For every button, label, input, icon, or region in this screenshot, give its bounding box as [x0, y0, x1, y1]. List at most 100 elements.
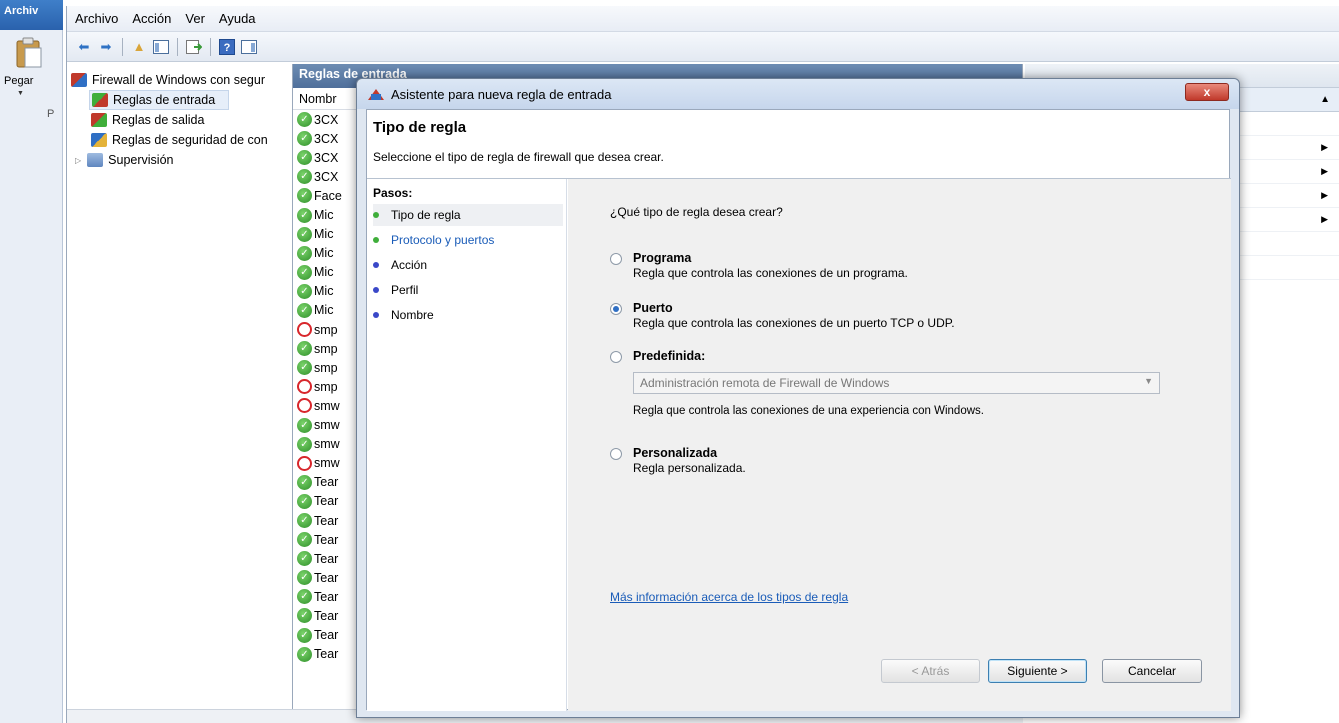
step-dot-icon	[373, 212, 379, 218]
option-title[interactable]: Puerto	[633, 301, 673, 315]
allow-rule-icon: ✓	[297, 513, 312, 529]
wizard-heading: Tipo de regla	[373, 119, 467, 136]
forward-arrow-icon[interactable]: ➡	[97, 38, 115, 56]
rule-name: smw	[314, 398, 340, 413]
rule-name: smw	[314, 418, 340, 433]
step-dot-icon	[373, 262, 379, 268]
steps-label: Pasos:	[373, 186, 413, 200]
rule-name: Mic	[314, 284, 334, 299]
toolbar-separator	[177, 37, 178, 56]
block-rule-icon	[297, 379, 312, 395]
predefined-rule-value: Administración remota de Firewall de Win…	[640, 376, 890, 390]
step-dot-icon	[373, 237, 379, 243]
rule-name: Tear	[314, 608, 339, 623]
new-inbound-rule-wizard: Asistente para nueva regla de entrada x …	[356, 78, 1240, 718]
up-folder-icon[interactable]: ▲	[130, 38, 148, 56]
rule-name: 3CX	[314, 112, 339, 127]
expand-arrow-icon[interactable]: ▷	[75, 156, 81, 165]
allow-rule-icon: ✓	[297, 493, 312, 509]
tree-horizontal-scrollbar[interactable]	[67, 709, 293, 723]
allow-rule-icon: ✓	[297, 608, 312, 624]
wizard-body: Tipo de regla Seleccione el tipo de regl…	[366, 109, 1231, 711]
rule-name: Mic	[314, 246, 334, 261]
export-list-icon[interactable]	[185, 38, 203, 56]
predefined-rule-select[interactable]: Administración remota de Firewall de Win…	[633, 372, 1160, 394]
allow-rule-icon: ✓	[297, 207, 312, 223]
tree-item-reglas-entrada[interactable]: Reglas de entrada	[89, 90, 229, 110]
toolbar-separator	[210, 37, 211, 56]
radio-puerto[interactable]	[610, 303, 622, 315]
wizard-titlebar[interactable]: Asistente para nueva regla de entrada	[357, 79, 1239, 109]
step-label: Perfil	[391, 283, 419, 297]
option-title[interactable]: Programa	[633, 251, 691, 265]
cancel-button[interactable]: Cancelar	[1102, 659, 1202, 683]
close-button[interactable]: x	[1185, 83, 1229, 101]
toolbar: ⬅ ➡ ▲ ?	[67, 32, 1339, 62]
clipboard-group-label: P	[47, 108, 55, 120]
option-description: Regla personalizada.	[633, 461, 746, 475]
allow-rule-icon: ✓	[297, 150, 312, 166]
submenu-arrow-icon: ▶	[1321, 166, 1328, 176]
show-hide-action-pane-icon[interactable]	[240, 38, 258, 56]
allow-rule-icon: ✓	[297, 112, 312, 128]
tree-item-reglas-seguridad[interactable]: Reglas de seguridad de con	[67, 130, 292, 150]
tree-item-label: Reglas de entrada	[113, 93, 216, 107]
menu-archivo[interactable]: Archivo	[75, 11, 118, 26]
radio-predefinida[interactable]	[610, 351, 622, 363]
tree-item-reglas-salida[interactable]: Reglas de salida	[67, 110, 292, 130]
wizard-description: Seleccione el tipo de regla de firewall …	[373, 150, 664, 164]
step-dot-icon	[373, 312, 379, 318]
allow-rule-icon: ✓	[297, 627, 312, 643]
submenu-arrow-icon: ▶	[1321, 214, 1328, 224]
back-arrow-icon[interactable]: ⬅	[75, 38, 93, 56]
chevron-down-icon[interactable]: ▼	[1144, 376, 1153, 386]
next-button[interactable]: Siguiente >	[988, 659, 1087, 683]
menu-ver[interactable]: Ver	[185, 11, 205, 26]
rule-name: Tear	[314, 570, 339, 585]
block-rule-icon	[297, 455, 312, 471]
rule-name: smw	[314, 456, 340, 471]
word-ribbon: Archiv Pegar ▼ P	[0, 0, 63, 723]
rule-name: Mic	[314, 227, 334, 242]
tree-item-label: Reglas de seguridad de con	[112, 133, 268, 147]
paste-dropdown-icon[interactable]: ▼	[17, 90, 24, 97]
rule-name: Tear	[314, 647, 339, 662]
rule-name: Tear	[314, 475, 339, 490]
step-label: Tipo de regla	[391, 208, 461, 222]
option-title[interactable]: Predefinida:	[633, 349, 705, 363]
menu-accion[interactable]: Acción	[132, 11, 171, 26]
allow-rule-icon: ✓	[297, 436, 312, 452]
more-info-link[interactable]: Más información acerca de los tipos de r…	[610, 590, 848, 604]
menu-ayuda[interactable]: Ayuda	[219, 11, 256, 26]
paste-label[interactable]: Pegar	[4, 75, 33, 87]
allow-rule-icon: ✓	[297, 131, 312, 147]
rule-name: Tear	[314, 628, 339, 643]
tree-root[interactable]: Firewall de Windows con segur	[67, 70, 292, 90]
steps-pane: Pasos: Tipo de regla Protocolo y puertos…	[367, 179, 567, 711]
step-protocolo-y-puertos[interactable]: Protocolo y puertos	[373, 229, 563, 251]
option-title[interactable]: Personalizada	[633, 446, 717, 460]
collapse-arrow-icon[interactable]: ▲	[1320, 94, 1330, 105]
paste-icon[interactable]	[14, 37, 44, 69]
firewall-icon	[368, 89, 384, 100]
radio-personalizada[interactable]	[610, 448, 622, 460]
allow-rule-icon: ✓	[297, 283, 312, 299]
tree-item-supervision[interactable]: ▷ Supervisión	[67, 150, 292, 170]
rule-name: Tear	[314, 551, 339, 566]
radio-programa[interactable]	[610, 253, 622, 265]
allow-rule-icon: ✓	[297, 417, 312, 433]
file-tab[interactable]: Archiv	[0, 0, 63, 30]
block-rule-icon	[297, 322, 312, 338]
step-label: Acción	[391, 258, 428, 272]
predefined-description: Regla que controla las conexiones de una…	[633, 405, 984, 417]
tree-item-label: Supervisión	[108, 153, 174, 167]
rule-name: smp	[314, 379, 338, 394]
step-accion: Acción	[373, 254, 563, 276]
help-icon[interactable]: ?	[218, 38, 236, 56]
rule-name: smp	[314, 341, 338, 356]
back-button[interactable]: < Atrás	[881, 659, 980, 683]
step-label: Protocolo y puertos	[391, 233, 495, 247]
show-hide-tree-icon[interactable]	[152, 38, 170, 56]
allow-rule-icon: ✓	[297, 551, 312, 567]
rule-name: 3CX	[314, 150, 339, 165]
